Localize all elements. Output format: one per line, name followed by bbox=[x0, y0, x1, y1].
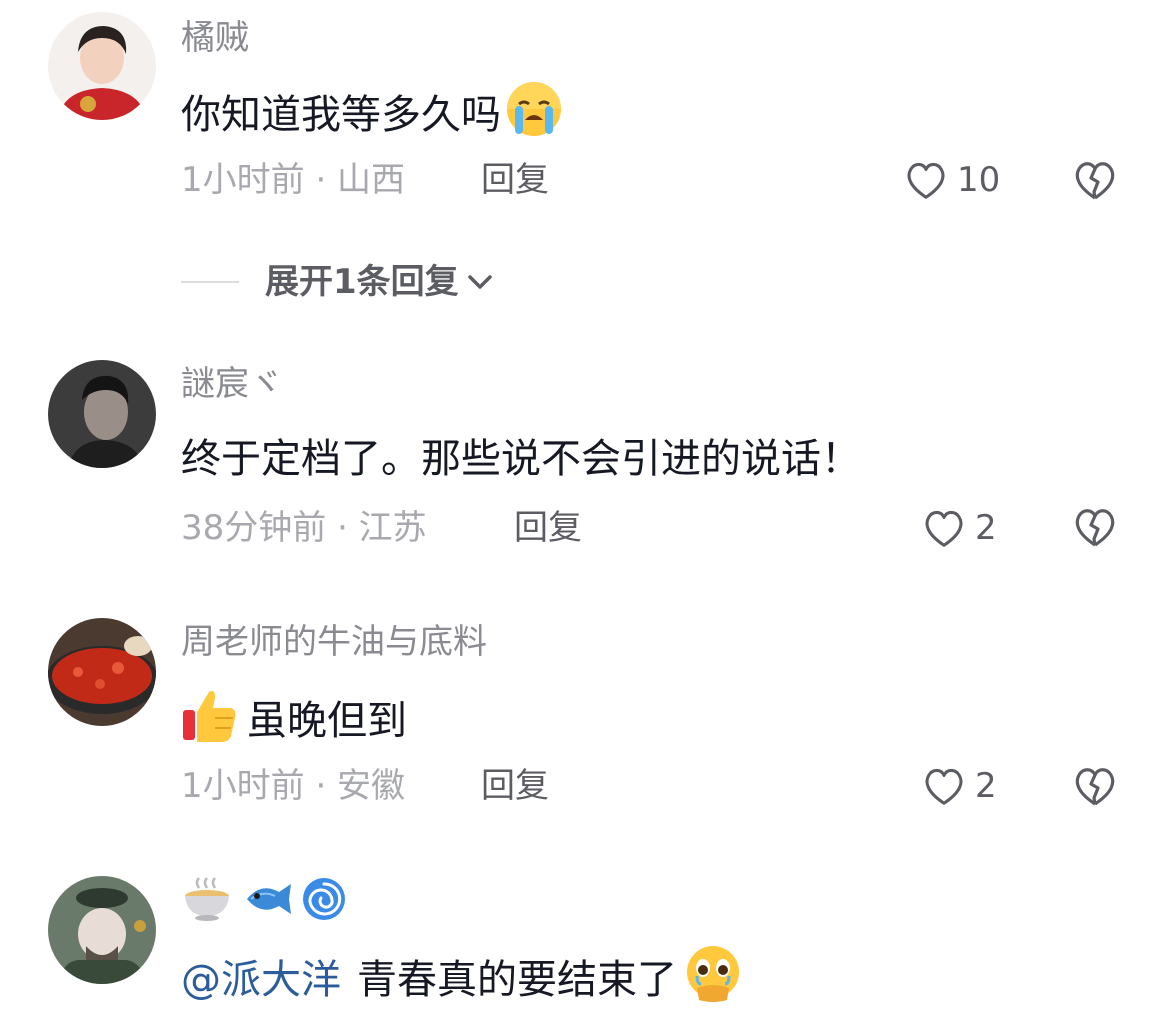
avatar[interactable] bbox=[48, 12, 156, 120]
like-button[interactable]: 10 bbox=[903, 157, 1000, 203]
comment-body: 你知道我等多久吗 bbox=[181, 92, 501, 138]
avatar-image bbox=[48, 360, 156, 468]
dislike-button[interactable] bbox=[1071, 156, 1119, 204]
comment-body: 终于定档了。那些说不会引进的说话！ bbox=[181, 436, 861, 482]
like-count: 2 bbox=[975, 766, 997, 806]
dislike-button[interactable] bbox=[1071, 762, 1119, 810]
comment-body: 青春真的要结束了 bbox=[357, 957, 677, 1003]
reply-button[interactable]: 回复 bbox=[514, 508, 582, 548]
comment-meta: 38分钟前 · 江苏 bbox=[181, 508, 427, 548]
like-count: 2 bbox=[975, 508, 997, 548]
avatar-image bbox=[48, 618, 156, 726]
expand-replies[interactable]: 展开1条回复 bbox=[181, 262, 497, 302]
thumbs-up-icon bbox=[181, 686, 239, 756]
comment-text: 你知道我等多久吗 bbox=[181, 80, 563, 150]
avatar-image bbox=[48, 12, 156, 120]
broken-heart-icon bbox=[1075, 768, 1115, 806]
comment-username[interactable]: 謎宸ヾ bbox=[181, 364, 283, 404]
heart-icon bbox=[925, 768, 963, 805]
comment-username[interactable]: 橘贼 bbox=[181, 18, 249, 58]
reply-button[interactable]: 回复 bbox=[481, 160, 549, 200]
divider bbox=[181, 281, 239, 283]
avatar[interactable] bbox=[48, 360, 156, 468]
dislike-button[interactable] bbox=[1071, 503, 1119, 551]
chevron-down-icon bbox=[467, 275, 492, 289]
loudly-crying-face-icon bbox=[505, 80, 563, 150]
comment-username[interactable]: 周老师的牛油与底料 bbox=[181, 622, 487, 662]
heart-icon bbox=[907, 162, 945, 199]
mention-link[interactable]: @派大洋 bbox=[181, 955, 341, 1005]
comment-body: 虽晚但到 bbox=[247, 698, 407, 744]
comment-username[interactable] bbox=[181, 876, 347, 931]
like-button[interactable]: 2 bbox=[921, 763, 997, 809]
avatar[interactable] bbox=[48, 618, 156, 726]
soup-bowl-icon bbox=[181, 876, 233, 931]
broken-heart-icon bbox=[1075, 509, 1115, 547]
avatar-image bbox=[48, 876, 156, 984]
fish-icon bbox=[241, 876, 293, 931]
like-count: 10 bbox=[957, 160, 1001, 200]
heart-icon bbox=[925, 510, 963, 547]
pleading-face-hands-icon bbox=[683, 944, 743, 1016]
like-button[interactable]: 2 bbox=[921, 505, 997, 551]
expand-replies-label: 展开1条回复 bbox=[265, 262, 459, 302]
comment-meta: 1小时前 · 安徽 bbox=[181, 766, 406, 806]
broken-heart-icon bbox=[1075, 162, 1115, 200]
comment-meta: 1小时前 · 山西 bbox=[181, 160, 406, 200]
comment-text: 虽晚但到 bbox=[181, 686, 407, 756]
comment-text: @派大洋 青春真的要结束了 bbox=[181, 944, 743, 1016]
comment-text: 终于定档了。那些说不会引进的说话！ bbox=[181, 434, 861, 484]
reply-button[interactable]: 回复 bbox=[481, 766, 549, 806]
avatar[interactable] bbox=[48, 876, 156, 984]
cyclone-icon bbox=[301, 876, 347, 931]
